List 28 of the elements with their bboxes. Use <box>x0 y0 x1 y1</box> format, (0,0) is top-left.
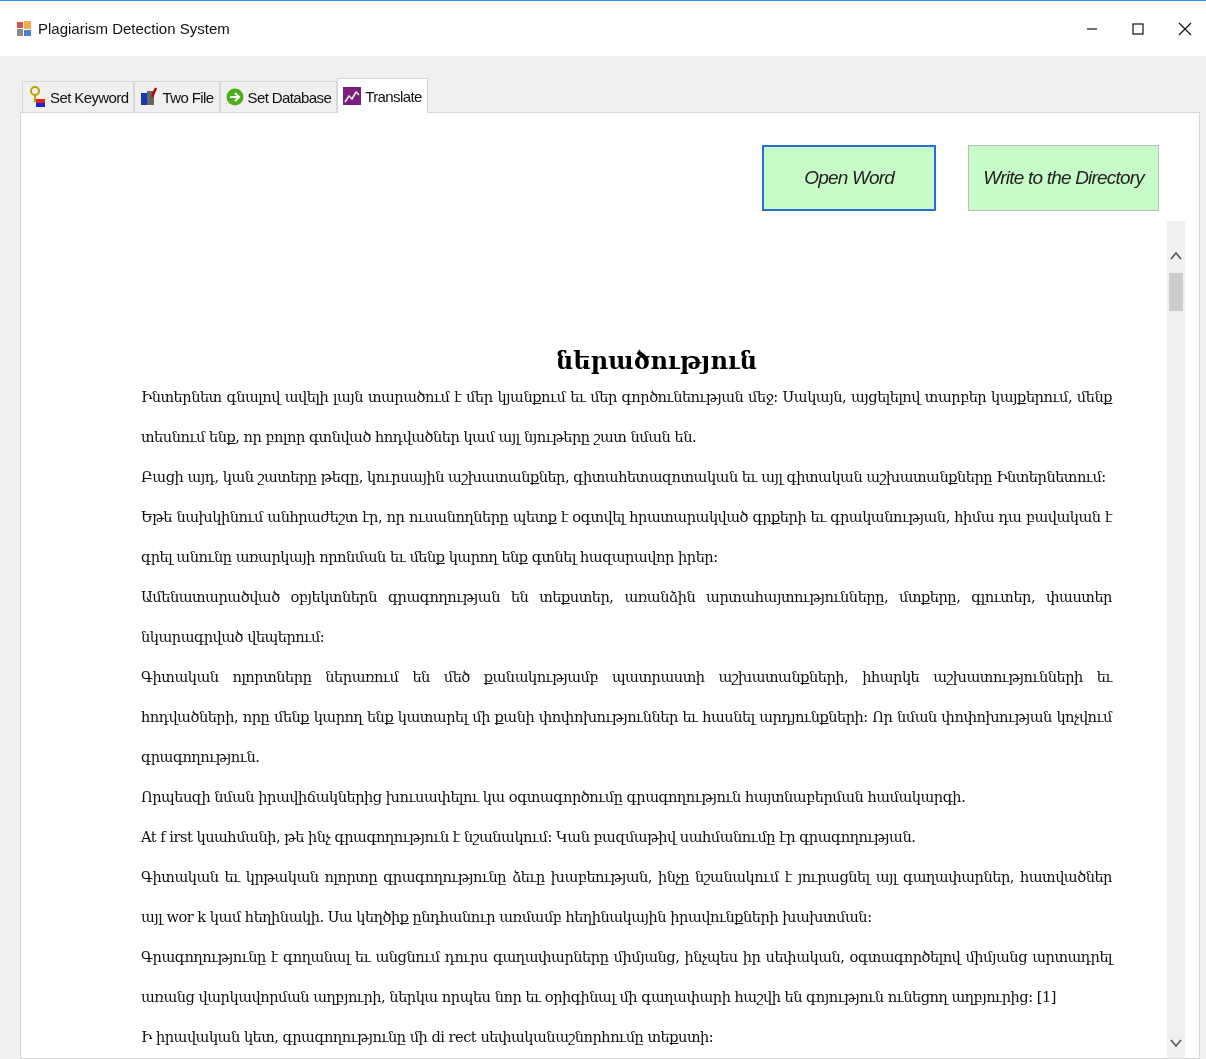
action-button[interactable]: Write to the Directory <box>968 145 1159 211</box>
scroll-up-icon[interactable] <box>1170 251 1182 261</box>
close-icon[interactable] <box>1178 21 1192 36</box>
tab[interactable]: Set Database <box>219 81 338 112</box>
paragraph: Ինտերնետ գնալով ավելի լայն տարածում է մեր կյանքում եւ մեր գործունեության մեջ: Սակայն, այցելելով տարբեր կայքերում, մենք տեսնում ենք, որ բոլոր գտնված հոդվածներ կամ այլ նյութերը շատ նման են. <box>141 387 1112 447</box>
tab[interactable]: Two File <box>134 81 220 112</box>
tab[interactable]: Translate <box>337 78 428 113</box>
chart-icon <box>343 87 362 105</box>
paragraph: Ի իրավական կետ, գրագողությունը մի di rect սեփականաշնորհումը տեքստի: <box>141 1027 715 1047</box>
files-icon <box>140 87 159 107</box>
app-icon <box>16 20 32 37</box>
paragraph: At f irst կսահմանի, թե ինչ գրագողություն է նշանակում: Կան բազմաթիվ սահմանումը էր գրագողության. <box>141 827 917 847</box>
scroll-down-icon[interactable] <box>1170 1038 1182 1048</box>
paragraph: Գիտական ոլորտները ներառում են մեծ քանակությամբ պատրաստի աշխատանքների, իհարկե աշխատությունների եւ հոդվածների, որը մենք կարող ենք կատարել մի քանի փոփոխություններ եւ հասնել արդյունքների: Որ նման փոփոխության կոչվում գրագողություն. <box>141 667 1112 767</box>
action-button[interactable]: Open Word <box>762 145 937 211</box>
scroll-thumb[interactable] <box>1169 273 1183 311</box>
paragraph: Գիտական եւ կրթական ոլորտը գրագողությունը ձեւը խաբեության, ինչը նշանակում է յուրացնել այլ գաղափարներ, հատվածներ այլ wor k կամ հեղինակի. Սա կեղծիք ընդհանուր առմամբ հեղինակային իրավունքների խախտման: <box>141 867 1112 927</box>
keys-icon <box>28 86 46 108</box>
tab[interactable]: Set Keyword <box>22 81 135 112</box>
paragraph: Բացի այդ, կան շատերը թեզը, կուրսային աշխատանքներ, գիտահետազոտական եւ այլ գիտական աշխատանքները Ինտերնետում: <box>141 467 1107 487</box>
document-heading: ներածություն <box>555 345 758 377</box>
scrollbar[interactable] <box>1167 221 1185 1058</box>
paragraph: Գրագողությունը է գողանալ եւ անցնում դուրս գաղափարները միմյանց, ինչպես իր սեփական, օգտագործելով միմյանց արտադրել առանց վարկավորման աղբյուրի, ներկա որպես նոր եւ օրիգինալ մի գաղափարի հաշվի են գոյություն ունեցող աղբյուրից: [1] <box>141 947 1112 1007</box>
maximize-icon[interactable] <box>1132 22 1144 35</box>
paragraph: Որպեսզի նման իրավիճակներից խուսափելու կա օգտագործումը գրագողություն հայտնաբերման համակարգի. <box>141 787 967 807</box>
paragraph: Ամենատարածված օբյեկտներն գրագողության են տեքստեր, առանձին արտահայտությունները, մտքերը, գլուտեր, փաստեր նկարագրված վեպերում: <box>141 587 1112 647</box>
window-title: Plagiarism Detection System <box>38 20 230 37</box>
paragraph: Եթե նախկինում անհրաժեշտ էր, որ ուսանողները պետք է օգտվել հրատարակված գրքերի եւ գրականության, հիմա դա բավական է գրել անունը առարկայի որոնման եւ մենք կարող ենք գտնել հազարավոր իրեր: <box>141 507 1112 567</box>
